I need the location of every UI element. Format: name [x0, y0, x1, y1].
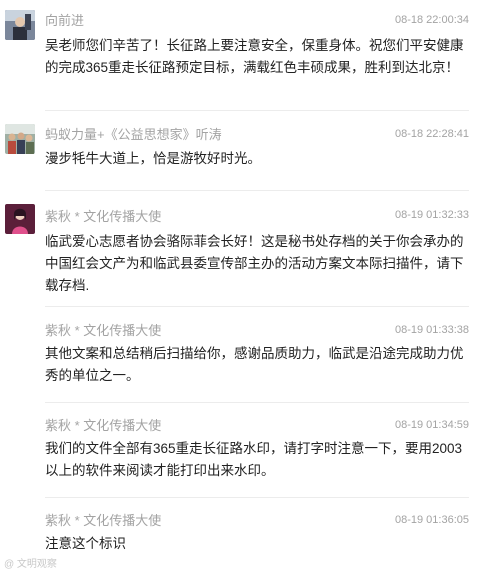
comment-author[interactable]: 紫秋 * 文化传播大使	[45, 418, 161, 434]
comment-divider	[45, 497, 469, 498]
comment-time: 08-19 01:34:59	[394, 419, 469, 431]
comment-divider	[45, 110, 469, 111]
comment-time: 08-18 22:00:34	[394, 14, 469, 26]
comment-text: 漫步牦牛大道上，恰是游牧好时光。	[45, 151, 261, 166]
avatar[interactable]	[5, 10, 35, 40]
comment-time: 08-19 01:33:38	[394, 324, 469, 336]
comment-author[interactable]: 紫秋 * 文化传播大使	[45, 209, 161, 225]
comment-divider	[45, 190, 469, 191]
comment-author[interactable]: 蚂蚁力量+《公益思想家》听涛	[45, 127, 222, 143]
comment-time: 08-19 01:32:33	[394, 209, 469, 221]
comment-author[interactable]: 向前进	[45, 13, 84, 29]
comment-divider	[45, 402, 469, 403]
avatar[interactable]	[5, 204, 35, 234]
comment-time: 08-18 22:28:41	[394, 128, 469, 140]
comment-author[interactable]: 紫秋 * 文化传播大使	[45, 513, 161, 529]
avatar[interactable]	[5, 124, 35, 154]
comment-author[interactable]: 紫秋 * 文化传播大使	[45, 323, 161, 339]
comment-text: 注意这个标识	[45, 536, 126, 551]
comment-text: 我们的文件全部有365重走长征路水印，请打字时注意一下，要用2003以上的软件来…	[45, 441, 463, 478]
comment-text: 临武爱心志愿者协会骆际菲会长好！这是秘书处存档的关于你会承办的中国红会文产为和临…	[45, 234, 464, 293]
comment-text: 吴老师您们辛苦了！长征路上要注意安全，保重身体。祝您们平安健康的完成365重走长…	[45, 38, 464, 75]
comment-divider	[45, 306, 469, 307]
comment-time: 08-19 01:36:05	[394, 514, 469, 526]
comment-text: 其他文案和总结稍后扫描给你，感谢品质助力，临武是沿途完成助力优秀的单位之一。	[45, 346, 464, 383]
watermark: @ 文明观察	[4, 559, 57, 570]
